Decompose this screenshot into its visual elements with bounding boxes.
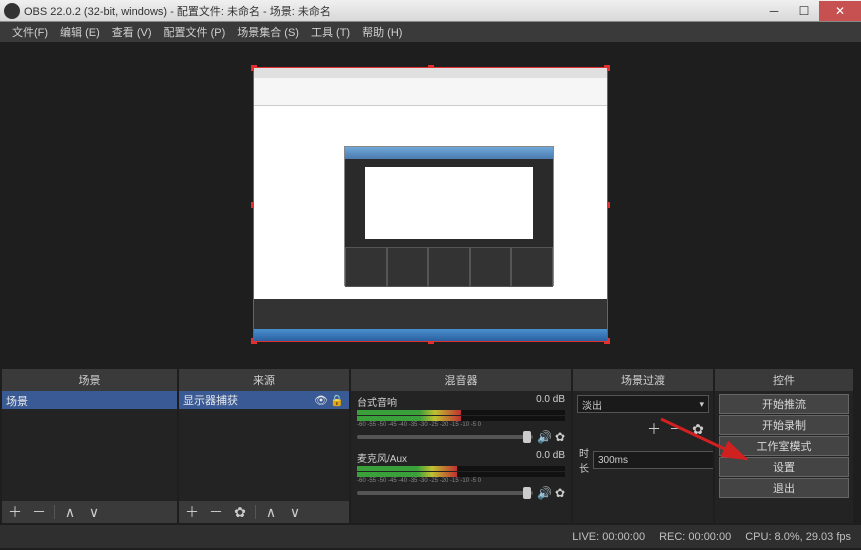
- window-title: OBS 22.0.2 (32-bit, windows) - 配置文件: 未命名…: [24, 3, 759, 19]
- mixer-channel-name: 台式音响: [357, 394, 397, 409]
- duration-input[interactable]: [593, 451, 713, 469]
- scenes-dock: 场景 场景 ＋ － ∧ ∨: [2, 369, 177, 523]
- docks-container: 场景 场景 ＋ － ∧ ∨ 来源 显示器捕获 👁 🔒 ＋ － ✿ ∧: [0, 367, 861, 525]
- status-cpu: CPU: 8.0%, 29.03 fps: [745, 531, 851, 543]
- duration-label: 时长: [579, 445, 589, 475]
- menu-profile[interactable]: 配置文件 (P): [158, 24, 232, 40]
- mixer-dock: 混音器 台式音响 0.0 dB -60 -55 -50 -45 -40 -35 …: [351, 369, 571, 523]
- preview-content: [254, 68, 607, 341]
- source-settings-button[interactable]: ✿: [231, 504, 249, 521]
- add-transition-button[interactable]: ＋: [645, 419, 663, 439]
- volume-slider[interactable]: [357, 491, 533, 495]
- add-scene-button[interactable]: ＋: [6, 502, 24, 522]
- status-live: LIVE: 00:00:00: [572, 531, 645, 543]
- sources-dock: 来源 显示器捕获 👁 🔒 ＋ － ✿ ∧ ∨: [179, 369, 349, 523]
- minimize-button[interactable]: ─: [759, 1, 789, 21]
- menu-bar: 文件(F) 编辑 (E) 查看 (V) 配置文件 (P) 场景集合 (S) 工具…: [0, 22, 861, 42]
- menu-file[interactable]: 文件(F): [6, 24, 54, 40]
- obs-app-icon: [4, 3, 20, 19]
- mixer-channel-db: 0.0 dB: [536, 394, 565, 409]
- mute-button[interactable]: 🔊: [537, 486, 552, 500]
- studio-mode-button[interactable]: 工作室模式: [719, 436, 849, 456]
- status-bar: LIVE: 00:00:00 REC: 00:00:00 CPU: 8.0%, …: [0, 525, 861, 548]
- menu-tools[interactable]: 工具 (T): [305, 24, 356, 40]
- transition-settings-button[interactable]: ✿: [689, 421, 707, 438]
- remove-source-button[interactable]: －: [207, 502, 225, 522]
- mixer-channel-db: 0.0 dB: [536, 450, 565, 465]
- scenes-header: 场景: [2, 369, 177, 391]
- close-button[interactable]: ✕: [819, 1, 861, 21]
- window-titlebar: OBS 22.0.2 (32-bit, windows) - 配置文件: 未命名…: [0, 0, 861, 22]
- scenes-list[interactable]: 场景: [2, 391, 177, 501]
- source-lock-toggle[interactable]: 🔒: [329, 394, 345, 407]
- mixer-channel: 台式音响 0.0 dB -60 -55 -50 -45 -40 -35 -30 …: [351, 391, 571, 447]
- source-up-button[interactable]: ∧: [262, 504, 280, 521]
- scene-down-button[interactable]: ∨: [85, 504, 103, 521]
- audio-meter: [357, 472, 565, 477]
- menu-scene-collection[interactable]: 场景集合 (S): [231, 24, 305, 40]
- preview-source-bounds[interactable]: [253, 67, 608, 342]
- menu-view[interactable]: 查看 (V): [106, 24, 158, 40]
- mixer-channel: 麦克风/Aux 0.0 dB -60 -55 -50 -45 -40 -35 -…: [351, 447, 571, 503]
- controls-dock: 控件 开始推流 开始录制 工作室模式 设置 退出: [715, 369, 853, 523]
- start-recording-button[interactable]: 开始录制: [719, 415, 849, 435]
- source-item-label: 显示器捕获: [183, 392, 238, 408]
- source-visibility-toggle[interactable]: 👁: [313, 394, 329, 407]
- sources-header: 来源: [179, 369, 349, 391]
- scene-up-button[interactable]: ∧: [61, 504, 79, 521]
- remove-transition-button[interactable]: －: [667, 419, 685, 439]
- start-streaming-button[interactable]: 开始推流: [719, 394, 849, 414]
- channel-settings-button[interactable]: ✿: [555, 486, 565, 500]
- mixer-channel-name: 麦克风/Aux: [357, 450, 407, 465]
- menu-edit[interactable]: 编辑 (E): [54, 24, 106, 40]
- mute-button[interactable]: 🔊: [537, 430, 552, 444]
- remove-scene-button[interactable]: －: [30, 502, 48, 522]
- status-rec: REC: 00:00:00: [659, 531, 731, 543]
- sources-list[interactable]: 显示器捕获 👁 🔒: [179, 391, 349, 501]
- transition-selected-label: 淡出: [582, 397, 602, 412]
- mixer-body: 台式音响 0.0 dB -60 -55 -50 -45 -40 -35 -30 …: [351, 391, 571, 523]
- exit-button[interactable]: 退出: [719, 478, 849, 498]
- transitions-dock: 场景过渡 淡出 ＋ － ✿ 时长: [573, 369, 713, 523]
- transitions-header: 场景过渡: [573, 369, 713, 391]
- source-down-button[interactable]: ∨: [286, 504, 304, 521]
- controls-header: 控件: [715, 369, 853, 391]
- mixer-header: 混音器: [351, 369, 571, 391]
- volume-slider[interactable]: [357, 435, 533, 439]
- transition-select[interactable]: 淡出: [577, 395, 709, 413]
- add-source-button[interactable]: ＋: [183, 502, 201, 522]
- audio-meter: [357, 410, 565, 415]
- channel-settings-button[interactable]: ✿: [555, 430, 565, 444]
- audio-meter: [357, 416, 565, 421]
- scene-item[interactable]: 场景: [2, 391, 177, 409]
- source-item[interactable]: 显示器捕获 👁 🔒: [179, 391, 349, 409]
- maximize-button[interactable]: ☐: [789, 1, 819, 21]
- audio-meter: [357, 466, 565, 471]
- preview-area[interactable]: [0, 42, 861, 367]
- settings-button[interactable]: 设置: [719, 457, 849, 477]
- menu-help[interactable]: 帮助 (H): [356, 24, 408, 40]
